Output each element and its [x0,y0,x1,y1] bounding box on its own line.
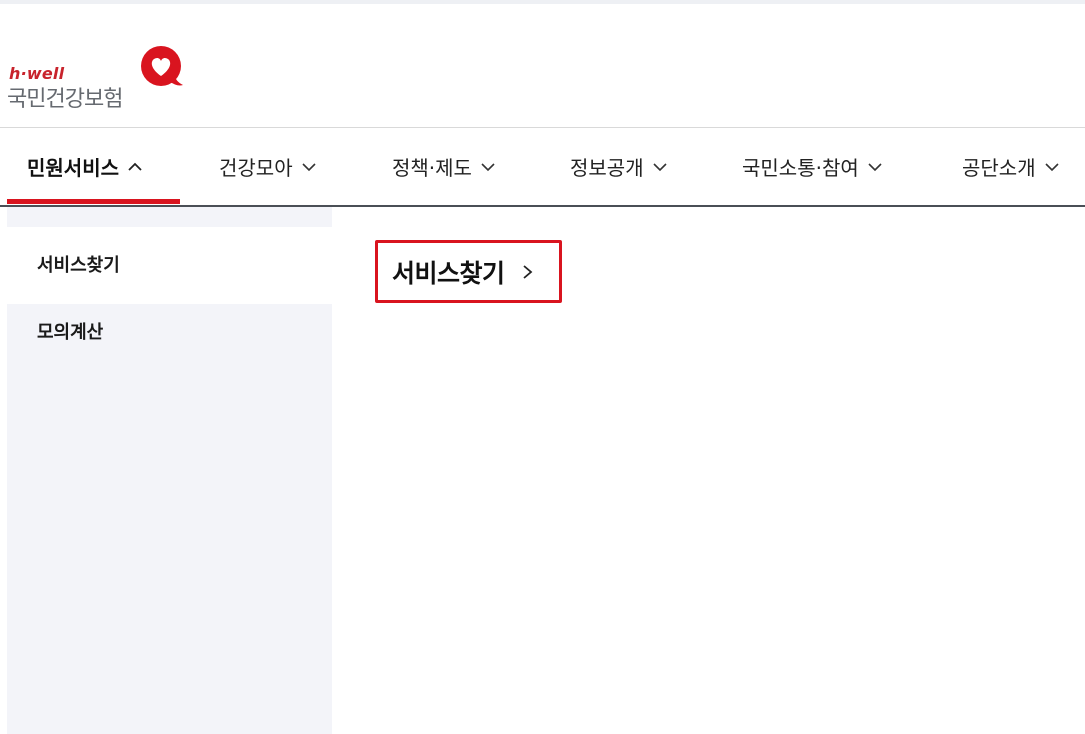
service-search-link[interactable]: 서비스찾기 [375,240,562,303]
site-logo[interactable]: h·well 국민건강보험 [7,45,187,112]
sub-menu-panel: 서비스찾기 모의계산 [7,207,332,734]
gnb-item-label: 정책·제도 [392,156,472,180]
gnb-item-label: 건강모아 [219,156,293,180]
chevron-right-icon [522,264,532,279]
submenu-item-mock-calc[interactable]: 모의계산 [7,304,332,364]
submenu-item-label: 서비스찾기 [37,255,120,276]
gnb-item-communication[interactable]: 국민소통·참여 [742,128,883,205]
gnb-item-label: 정보공개 [570,156,644,180]
chevron-down-icon [302,162,316,171]
section-title: 서비스찾기 [392,258,505,288]
gnb-item-minwon-service[interactable]: 민원서비스 [27,128,143,205]
gnb-active-indicator [7,199,180,204]
gnb-item-policy[interactable]: 정책·제도 [392,128,496,205]
chevron-down-icon [481,162,495,171]
logo-name: 국민건강보험 [7,87,123,112]
gnb-item-label: 공단소개 [962,156,1036,180]
gnb-item-label: 민원서비스 [27,156,119,180]
gnb-item-label: 국민소통·참여 [742,156,859,180]
global-nav: 민원서비스 건강모아 정책·제도 정보공개 국민소통·참여 공단소개 [0,128,1085,205]
heart-logo-icon [141,46,183,86]
gnb-item-health-moa[interactable]: 건강모아 [219,128,317,205]
chevron-down-icon [1045,162,1059,171]
chevron-up-icon [128,162,142,171]
chevron-down-icon [653,162,667,171]
chevron-down-icon [868,162,882,171]
top-border [0,0,1085,4]
submenu-item-service-search[interactable]: 서비스찾기 [7,227,332,304]
gnb-item-about[interactable]: 공단소개 [962,128,1060,205]
submenu-item-label: 모의계산 [37,322,104,343]
gnb-item-disclosure[interactable]: 정보공개 [570,128,668,205]
